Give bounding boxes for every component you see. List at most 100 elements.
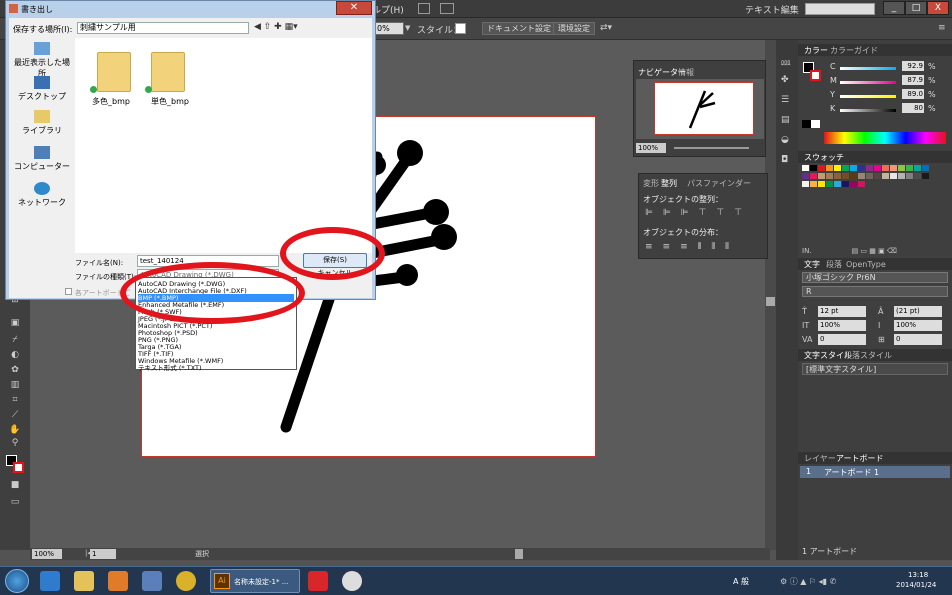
tab-color-guide[interactable]: カラーガイド xyxy=(830,45,878,56)
color-swatch[interactable] xyxy=(914,173,921,179)
tab-align[interactable]: 整列 xyxy=(661,178,677,189)
filetype-option[interactable]: テキスト形式 (*.TXT) xyxy=(138,364,294,372)
horizontal-scroll-thumb[interactable] xyxy=(515,549,523,559)
maximize-button[interactable]: □ xyxy=(905,1,927,15)
zoom-tool-icon[interactable]: ⚲ xyxy=(9,438,21,449)
minimize-button[interactable]: _ xyxy=(883,1,905,15)
search-input[interactable] xyxy=(805,3,875,15)
navigator-zoom-field[interactable]: 100% xyxy=(636,143,666,153)
arrange-icon[interactable]: ⇄▾ xyxy=(600,23,612,33)
color-swatch[interactable] xyxy=(802,173,809,179)
channel-m-slider[interactable] xyxy=(840,81,896,84)
file-name-1[interactable]: 多色_bmp xyxy=(92,96,130,107)
file-list[interactable]: 多色_bmp 単色_bmp xyxy=(75,38,372,253)
color-swatch[interactable] xyxy=(810,165,817,171)
tab-artboards[interactable]: アートボード xyxy=(836,453,884,464)
color-swatch[interactable] xyxy=(874,173,881,179)
menu-help[interactable]: ルプ(H) xyxy=(372,3,404,16)
color-swatch[interactable] xyxy=(914,165,921,171)
brushes-panel-icon[interactable]: ☰ xyxy=(781,95,789,105)
color-swatch[interactable] xyxy=(826,181,833,187)
font-size-field[interactable]: 12 pt xyxy=(818,306,866,317)
distribute-buttons-icon[interactable]: ≡≡≡⫴⫴⫴ xyxy=(645,242,739,252)
color-swatch[interactable] xyxy=(882,173,889,179)
char-style-item[interactable]: [標準文字スタイル] xyxy=(802,363,948,375)
channel-k-value[interactable]: 80 xyxy=(902,103,924,113)
navigator-zoom-slider[interactable] xyxy=(674,147,749,149)
align-buttons-icon[interactable]: ⊫⊫⊫⊤⊤⊤ xyxy=(645,208,752,218)
color-swatch[interactable] xyxy=(834,173,841,179)
tray-icons[interactable]: ⚙ ⓘ ▲ ⚐ ◂▮ ✆ xyxy=(780,576,836,587)
color-swatch[interactable] xyxy=(858,165,865,171)
vertical-scrollbar[interactable] xyxy=(765,40,776,550)
slice-tool-icon[interactable]: ⟋ xyxy=(9,410,21,421)
tab-character[interactable]: 文字 xyxy=(804,259,820,270)
close-button[interactable]: X xyxy=(927,1,949,15)
color-swatch[interactable] xyxy=(818,181,825,187)
start-button-icon[interactable] xyxy=(5,569,29,593)
symbol-sprayer-icon[interactable]: ✿ xyxy=(9,365,21,376)
appearance-panel-icon[interactable]: ◘ xyxy=(781,155,788,165)
arrange-documents-icon[interactable] xyxy=(440,3,454,14)
artboard-tool-icon[interactable]: ⌗ xyxy=(9,395,21,406)
color-swatch[interactable] xyxy=(810,173,817,179)
nav-recent-places[interactable]: 最近表示した場所 xyxy=(11,42,73,79)
color-swatch[interactable] xyxy=(898,165,905,171)
color-swatch[interactable] xyxy=(890,165,897,171)
color-swatch[interactable] xyxy=(834,181,841,187)
hand-tool-icon[interactable]: ✋ xyxy=(9,425,21,436)
color-swatch[interactable] xyxy=(882,165,889,171)
color-swatch[interactable] xyxy=(922,165,929,171)
tab-color[interactable]: カラー xyxy=(804,45,828,56)
color-swatch[interactable] xyxy=(802,181,809,187)
color-swatch[interactable] xyxy=(842,173,849,179)
channel-y-slider[interactable] xyxy=(840,95,896,98)
color-swatch[interactable] xyxy=(802,165,809,171)
font-family-select[interactable]: 小塚ゴシック Pr6N xyxy=(802,272,948,283)
nav-desktop[interactable]: デスクトップ xyxy=(11,76,73,102)
tracking-field[interactable]: 0 xyxy=(894,334,942,345)
tab-opentype[interactable]: OpenType xyxy=(846,259,886,270)
color-swatch[interactable] xyxy=(858,173,865,179)
swatch-grid[interactable] xyxy=(802,165,930,210)
color-swatch[interactable] xyxy=(850,173,857,179)
graphic-style-swatch[interactable] xyxy=(455,23,466,34)
transparency-panel-icon[interactable]: ◒ xyxy=(781,135,789,145)
color-swatch[interactable] xyxy=(834,165,841,171)
stroke-panel-icon[interactable]: ▤ xyxy=(781,115,790,125)
none-black-white-swatches[interactable] xyxy=(802,120,820,128)
color-swatch[interactable] xyxy=(826,165,833,171)
color-swatch[interactable] xyxy=(842,181,849,187)
color-swatch[interactable] xyxy=(850,181,857,187)
save-in-select[interactable]: 刺繍サンプル用 xyxy=(77,22,249,34)
vertical-scale-field[interactable]: 100% xyxy=(818,320,866,331)
tab-paragraph-styles[interactable]: 段落スタイル xyxy=(844,350,892,361)
tray-app-icon[interactable] xyxy=(308,571,328,591)
eyedropper-tool-icon[interactable]: ⌿ xyxy=(9,335,21,346)
channel-k-slider[interactable] xyxy=(840,109,896,112)
scroll-thumb[interactable] xyxy=(766,297,775,306)
channel-c-value[interactable]: 92.9 xyxy=(902,61,924,71)
nav-computer[interactable]: コンピューター xyxy=(11,146,73,172)
panel-menu-icon[interactable]: ≡ xyxy=(938,23,946,33)
chrome-icon[interactable] xyxy=(176,571,196,591)
file-name-2[interactable]: 単色_bmp xyxy=(151,96,189,107)
color-swatch[interactable] xyxy=(866,173,873,179)
color-swatch[interactable] xyxy=(810,181,817,187)
folder-nav-icons[interactable]: ◀ ⇧ ✚ ▦▾ xyxy=(254,22,298,32)
tab-paragraph[interactable]: 段落 xyxy=(826,259,842,270)
color-swatch[interactable] xyxy=(906,165,913,171)
color-swatch[interactable] xyxy=(898,173,905,179)
channel-y-value[interactable]: 89.0 xyxy=(902,89,924,99)
color-swatch[interactable] xyxy=(850,165,857,171)
dialog-close-button[interactable]: ✕ xyxy=(336,1,372,15)
gradient-tool-icon[interactable]: ▣ xyxy=(9,318,21,329)
font-weight-select[interactable]: R xyxy=(802,286,948,297)
color-swatch[interactable] xyxy=(874,165,881,171)
artboard-checkbox[interactable] xyxy=(65,288,72,295)
channel-m-value[interactable]: 87.9 xyxy=(902,75,924,85)
media-player-icon[interactable] xyxy=(108,571,128,591)
folder-icon[interactable] xyxy=(97,52,131,92)
graph-tool-icon[interactable]: ▥ xyxy=(9,380,21,391)
tab-layers[interactable]: レイヤー xyxy=(804,453,836,464)
